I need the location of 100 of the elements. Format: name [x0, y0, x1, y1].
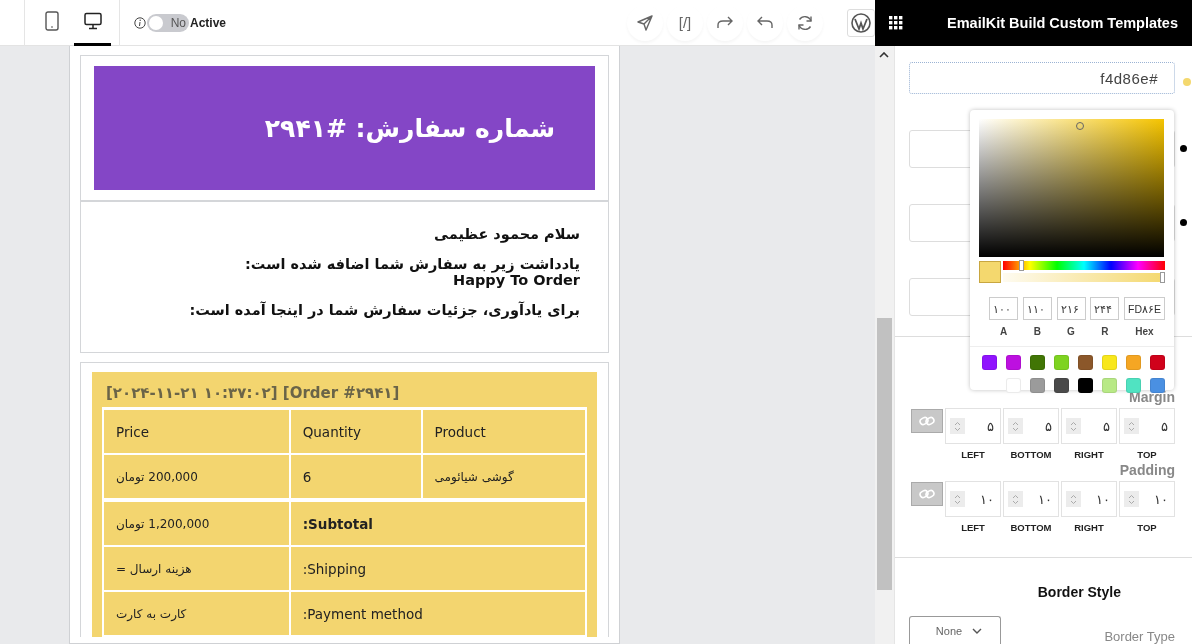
number-field[interactable]: ۵	[945, 408, 1001, 445]
side-label: RIGHT	[1074, 449, 1104, 461]
link-button[interactable]	[911, 409, 943, 434]
spinner-icon	[1012, 420, 1019, 432]
channel-label: A	[999, 326, 1008, 337]
channel-label: R	[1101, 326, 1109, 337]
spinner-icon	[954, 493, 961, 505]
channel-field[interactable]: FD۸۶E	[1124, 297, 1165, 320]
color-swatch[interactable]	[1126, 378, 1141, 393]
table-cell: Subtotal:	[289, 499, 586, 546]
section-title: Border Style	[1037, 584, 1121, 600]
handle-icon	[1180, 145, 1187, 153]
slider-handle[interactable]	[1019, 260, 1025, 271]
undo-icon[interactable]	[756, 15, 774, 30]
redo-icon[interactable]	[716, 15, 734, 30]
handle-icon	[1180, 219, 1187, 227]
table-cell: کارت به کارت	[103, 591, 290, 636]
panel-title: EmailKit Build Custom Templates	[947, 15, 1178, 31]
spinner-icon	[1128, 420, 1135, 432]
channel-field[interactable]: ۲۴۴	[1090, 297, 1120, 320]
color-swatch[interactable]	[1126, 355, 1141, 370]
number-field[interactable]: ۱۰	[1061, 481, 1117, 518]
chevron-down-icon	[972, 627, 983, 634]
info-icon	[134, 16, 146, 29]
color-swatch[interactable]	[1078, 355, 1093, 370]
column-header: Price	[103, 409, 290, 454]
table-cell: هزینه ارسال =	[103, 546, 290, 591]
wordpress-button[interactable]	[847, 8, 875, 37]
table-cell: 1,200,000 تومان	[103, 499, 290, 546]
desktop-icon[interactable]	[83, 12, 102, 30]
order-title: [Order #۲۹۴۱] [۲۰۲۴-۱۱-۲۱ ۱۰:۳۷:۰۲]	[106, 384, 401, 402]
alpha-slider[interactable]	[1003, 273, 1165, 282]
channel-label: Hex	[1135, 326, 1154, 337]
note-text: Happy To Order	[453, 272, 580, 288]
color-swatch[interactable]	[1102, 378, 1117, 393]
number-field[interactable]: ۱۰	[1119, 481, 1175, 518]
message-text: سلام محمود عظیمی	[433, 226, 580, 242]
link-button[interactable]	[911, 482, 943, 507]
column-header: Quantity	[289, 409, 422, 454]
color-swatch[interactable]	[982, 355, 997, 370]
color-swatch[interactable]	[1102, 355, 1117, 370]
link-icon	[919, 415, 935, 428]
grid-menu-icon[interactable]	[889, 16, 903, 30]
number-field[interactable]: ۱۰	[1003, 481, 1059, 518]
order-heading: شماره سفارش: #۲۹۴۱	[264, 113, 555, 143]
field-label: Border Type	[1104, 629, 1175, 644]
toggle-switch[interactable]: No	[147, 13, 189, 32]
refresh-icon[interactable]	[796, 13, 814, 32]
number-field[interactable]: ۵	[1061, 408, 1117, 445]
toggle-label: Active	[190, 15, 227, 30]
saturation-area[interactable]	[979, 119, 1164, 257]
column-header: Product	[421, 409, 586, 454]
spinner-icon	[1012, 493, 1019, 505]
message-text: یادداشت زیر به سفارش شما اضافه شده است:	[244, 256, 580, 272]
side-label: TOP	[1137, 449, 1157, 461]
side-label: BOTTOM	[1010, 449, 1052, 461]
border-type-select[interactable]: None	[909, 616, 1001, 644]
shortcode-button[interactable]: [/]	[667, 4, 703, 41]
color-swatch[interactable]	[1078, 378, 1093, 393]
section-label: Margin	[1129, 389, 1175, 406]
send-icon[interactable]	[636, 13, 654, 32]
side-label: LEFT	[961, 449, 985, 461]
color-swatch[interactable]	[1030, 355, 1045, 370]
table-cell: Payment method:	[289, 591, 586, 636]
side-label: RIGHT	[1074, 522, 1104, 534]
link-icon	[919, 488, 935, 501]
color-swatch[interactable]	[1006, 378, 1021, 393]
spinner-icon	[954, 420, 961, 432]
channel-label: G	[1067, 326, 1075, 337]
wordpress-logo-icon	[851, 12, 871, 33]
table-cell: Shipping:	[289, 546, 586, 591]
color-swatch[interactable]	[1054, 355, 1069, 370]
channel-label: B	[1033, 326, 1041, 337]
number-field[interactable]: ۵	[1119, 408, 1175, 445]
section-label: Padding	[1119, 462, 1175, 479]
spinner-icon	[1128, 493, 1135, 505]
color-swatch[interactable]	[1150, 378, 1165, 393]
table-cell: گوشی شیائومی	[421, 454, 586, 499]
spinner-icon	[1070, 420, 1077, 432]
tablet-icon[interactable]	[44, 11, 59, 31]
hue-slider[interactable]	[1003, 261, 1165, 270]
scrollbar[interactable]	[875, 46, 895, 644]
color-swatch[interactable]	[1150, 355, 1165, 370]
message-text: برای یادآوری، جزئیات سفارش شما در اینجا آمده است:	[188, 302, 580, 318]
chevron-up-icon	[879, 52, 889, 58]
side-label: BOTTOM	[1010, 522, 1052, 534]
channel-field[interactable]: ۱۰۰	[989, 297, 1018, 320]
color-swatch[interactable]	[1006, 355, 1021, 370]
slider-handle[interactable]	[1160, 272, 1165, 283]
spinner-icon	[1070, 493, 1077, 505]
table-cell: 6	[289, 454, 422, 499]
channel-field[interactable]: ۱۱۰	[1022, 297, 1052, 320]
channel-field[interactable]: ۲۱۶	[1056, 297, 1086, 320]
number-field[interactable]: ۵	[1003, 408, 1059, 445]
side-label: TOP	[1137, 522, 1157, 534]
number-field[interactable]: ۱۰	[945, 481, 1001, 518]
side-label: LEFT	[961, 522, 985, 534]
table-cell: 200,000 تومان	[103, 454, 290, 499]
color-swatch[interactable]	[1030, 378, 1045, 393]
color-swatch[interactable]	[1054, 378, 1069, 393]
